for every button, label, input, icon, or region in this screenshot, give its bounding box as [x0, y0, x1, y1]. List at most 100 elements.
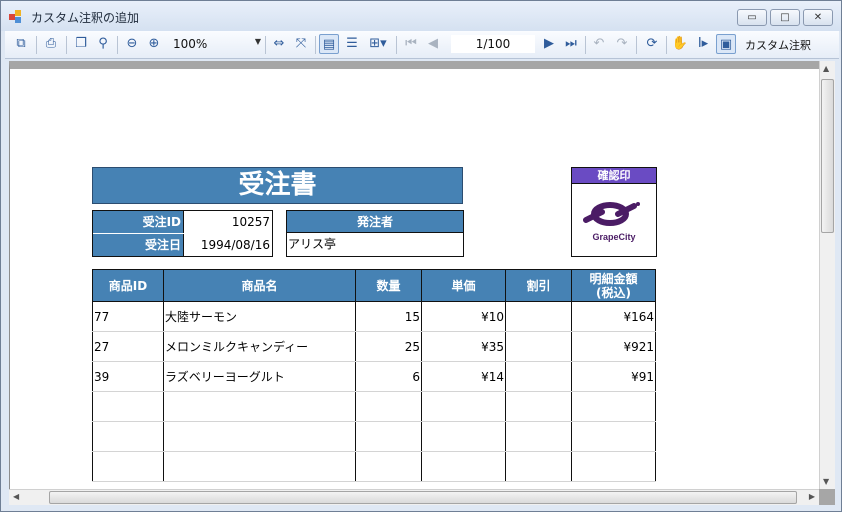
maximize-button[interactable]: □ — [770, 9, 800, 26]
toolbar-separator — [66, 36, 67, 54]
find-icon[interactable]: ⚲ — [93, 34, 113, 54]
copy-icon[interactable]: ❐ — [71, 34, 91, 54]
scroll-left-icon[interactable]: ◀ — [13, 492, 19, 501]
app-icon — [9, 10, 23, 24]
quantity-cell — [355, 421, 422, 452]
product-name-cell: ラズベリーヨーグルト — [163, 361, 356, 392]
continuous-page-icon[interactable]: ☰ — [342, 34, 362, 54]
grapecity-logo: GrapeCity — [583, 202, 640, 242]
toolbar-separator — [265, 36, 266, 54]
column-header: 数量 — [355, 269, 422, 302]
custom-annotation-icon[interactable]: ▣ — [716, 34, 736, 54]
product-id-cell: 77 — [92, 301, 164, 332]
zoom-in-icon[interactable]: ⊕ — [144, 34, 164, 54]
table-header-row: 商品ID 商品名 数量 単価 割引 明細金額 (税込) — [92, 269, 656, 302]
report-viewport[interactable]: 受注書 受注ID 10257 受注日 1994/08/16 発注者 アリス亭 確… — [9, 61, 819, 489]
orderer-box: 発注者 アリス亭 — [286, 210, 464, 257]
print-icon[interactable]: ⎙ — [41, 34, 61, 54]
product-name-cell: 大陸サーモン — [163, 301, 356, 332]
unit-price-cell: ¥10 — [421, 301, 506, 332]
column-header: 商品名 — [163, 269, 356, 302]
discount-cell — [505, 331, 572, 362]
discount-cell — [505, 361, 572, 392]
previous-page-icon[interactable]: ◀ — [423, 34, 443, 54]
toolbar-separator — [117, 36, 118, 54]
scroll-down-icon[interactable]: ▼ — [823, 477, 829, 486]
column-header: 商品ID — [92, 269, 164, 302]
approval-stamp-box: 確認印 GrapeCity — [571, 167, 657, 257]
column-header: 割引 — [505, 269, 572, 302]
title-bar: カスタム注釈の追加 ▭ □ ✕ — [1, 1, 841, 31]
unit-price-cell — [421, 421, 506, 452]
horizontal-scrollbar[interactable]: ◀ ▶ — [9, 489, 819, 505]
toolbar-separator — [396, 36, 397, 54]
first-page-icon[interactable]: ⏮ — [401, 34, 421, 54]
amount-cell: ¥921 — [571, 331, 656, 362]
zoom-select[interactable]: 100% ▼ — [173, 37, 263, 53]
quantity-cell — [355, 391, 422, 422]
amount-cell — [571, 451, 656, 482]
quantity-cell: 25 — [355, 331, 422, 362]
toolbar: ⧉ ⎙ ❐ ⚲ ⊖ ⊕ 100% ▼ ⇔ ⤧ ▤ ☰ ⊞▾ ⏮ ◀ 1/100 … — [5, 31, 839, 59]
order-id-value: 10257 — [183, 211, 272, 233]
amount-cell — [571, 421, 656, 452]
multi-page-icon[interactable]: ⊞▾ — [365, 34, 391, 54]
zoom-out-icon[interactable]: ⊖ — [122, 34, 142, 54]
custom-annotation-label[interactable]: カスタム注釈 — [745, 37, 811, 53]
refresh-icon[interactable]: ⟳ — [642, 34, 662, 54]
product-id-cell: 27 — [92, 331, 164, 362]
orderer-name: アリス亭 — [288, 237, 337, 251]
product-id-cell — [92, 451, 164, 482]
toc-icon[interactable]: ⧉ — [11, 34, 31, 54]
unit-price-cell: ¥35 — [421, 331, 506, 362]
product-name-cell: メロンミルクキャンディー — [163, 331, 356, 362]
table-row: 39 ラズベリーヨーグルト 6 ¥14 ¥91 — [92, 361, 656, 392]
next-page-icon[interactable]: ▶ — [539, 34, 559, 54]
quantity-cell: 6 — [355, 361, 422, 392]
discount-cell — [505, 451, 572, 482]
fit-width-icon[interactable]: ⇔ — [269, 34, 289, 54]
last-page-icon[interactable]: ⏭ — [561, 34, 581, 54]
toolbar-separator — [636, 36, 637, 54]
page-number-field[interactable]: 1/100 — [451, 35, 535, 53]
product-id-cell — [92, 421, 164, 452]
column-header: 単価 — [421, 269, 506, 302]
product-name-cell — [163, 451, 356, 482]
fit-page-icon[interactable]: ⤧ — [291, 34, 311, 54]
product-name-cell — [163, 421, 356, 452]
vertical-scrollbar[interactable]: ▲ ▼ — [819, 61, 835, 489]
scroll-right-icon[interactable]: ▶ — [809, 492, 815, 501]
discount-cell — [505, 391, 572, 422]
product-id-cell: 39 — [92, 361, 164, 392]
order-items-table: 商品ID 商品名 数量 単価 割引 明細金額 (税込) 77 大陸サーモン 15… — [92, 269, 656, 482]
product-id-cell — [92, 391, 164, 422]
minimize-button[interactable]: ▭ — [737, 9, 767, 26]
horizontal-scroll-thumb[interactable] — [49, 491, 797, 504]
toolbar-separator — [666, 36, 667, 54]
unit-price-cell — [421, 451, 506, 482]
chevron-down-icon: ▼ — [254, 37, 261, 46]
single-page-icon[interactable]: ▤ — [319, 34, 339, 54]
amount-cell: ¥91 — [571, 361, 656, 392]
hand-tool-icon[interactable]: ✋ — [670, 34, 690, 54]
vertical-scroll-thumb[interactable] — [821, 79, 834, 233]
select-tool-icon[interactable]: I▸ — [693, 34, 713, 54]
discount-cell — [505, 301, 572, 332]
discount-cell — [505, 421, 572, 452]
column-header: 明細金額 (税込) — [571, 269, 656, 302]
scroll-up-icon[interactable]: ▲ — [823, 64, 829, 73]
orderer-label: 発注者 — [287, 211, 463, 233]
back-icon[interactable]: ↶ — [589, 34, 609, 54]
zoom-value: 100% — [173, 37, 208, 51]
table-row: 77 大陸サーモン 15 ¥10 ¥164 — [92, 301, 656, 332]
table-row — [92, 391, 656, 422]
forward-icon[interactable]: ↷ — [612, 34, 632, 54]
amount-cell — [571, 391, 656, 422]
table-row — [92, 451, 656, 482]
close-button[interactable]: ✕ — [803, 9, 833, 26]
toolbar-separator — [585, 36, 586, 54]
window-title: カスタム注釈の追加 — [31, 11, 140, 25]
toolbar-separator — [36, 36, 37, 54]
stamp-label: 確認印 — [572, 168, 656, 184]
order-id-label: 受注ID — [93, 211, 183, 233]
